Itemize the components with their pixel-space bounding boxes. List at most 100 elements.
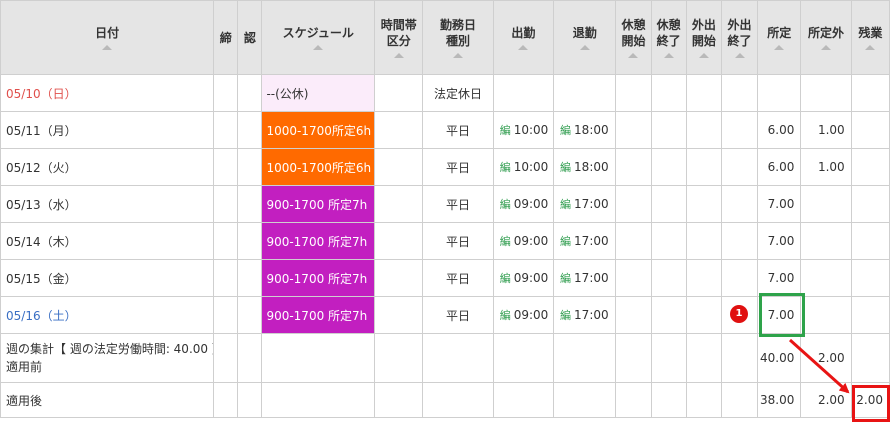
clock-out-cell[interactable]: 編 18:00 — [553, 148, 617, 186]
break-start-cell[interactable] — [615, 148, 652, 186]
break-end-cell[interactable] — [650, 222, 687, 260]
clock-in-cell[interactable]: 編 09:00 — [492, 259, 555, 297]
sort-icon[interactable] — [821, 45, 832, 50]
schedule-cell[interactable]: --(公休) — [261, 74, 376, 112]
col-header-clock-in[interactable]: 出勤 — [492, 0, 555, 75]
sort-icon[interactable] — [102, 45, 113, 50]
sort-icon[interactable] — [579, 45, 590, 50]
out-end-cell[interactable] — [720, 111, 759, 149]
date-cell[interactable]: 05/14（木） — [0, 222, 215, 260]
break-end-cell[interactable] — [650, 185, 687, 223]
sort-icon[interactable] — [663, 53, 674, 58]
overtime-cell — [850, 74, 890, 112]
sort-icon[interactable] — [734, 53, 745, 58]
clock-in-cell[interactable]: 編 09:00 — [492, 222, 555, 260]
break-end-cell[interactable] — [650, 111, 687, 149]
col-header-out-start[interactable]: 外出 開始 — [685, 0, 722, 75]
clock-out-cell[interactable]: 編 18:00 — [553, 111, 617, 149]
out-start-cell[interactable] — [685, 259, 722, 297]
clock-in-cell[interactable] — [492, 74, 555, 112]
break-end-cell[interactable] — [650, 259, 687, 297]
schedule-cell[interactable]: 1000-1700所定6h — [261, 148, 376, 186]
sort-icon[interactable] — [865, 45, 876, 50]
out-end-cell[interactable] — [720, 259, 759, 297]
out-end-cell[interactable] — [720, 222, 759, 260]
col-header-non-scheduled[interactable]: 所定外 — [800, 0, 852, 75]
clock-in-cell[interactable]: 編 10:00 — [492, 111, 555, 149]
date-cell[interactable]: 05/11（月） — [0, 111, 215, 149]
break-start-cell[interactable] — [615, 185, 652, 223]
break-end-cell[interactable] — [650, 296, 687, 334]
clock-out-cell[interactable]: 編 17:00 — [553, 296, 617, 334]
sort-icon[interactable] — [313, 45, 324, 50]
clock-out-cell[interactable]: 編 17:00 — [553, 259, 617, 297]
empty-cell — [553, 333, 617, 383]
date-cell[interactable]: 05/13（水） — [0, 185, 215, 223]
schedule-cell[interactable]: 900-1700 所定7h — [261, 222, 376, 260]
sort-icon[interactable] — [628, 53, 639, 58]
col-header-out-end[interactable]: 外出 終了 — [720, 0, 759, 75]
clock-in-cell[interactable]: 編 09:00 — [492, 296, 555, 334]
out-start-cell[interactable] — [685, 148, 722, 186]
clock-out-cell[interactable] — [553, 74, 617, 112]
break-start-cell[interactable] — [615, 111, 652, 149]
clock-in-cell[interactable]: 編 09:00 — [492, 185, 555, 223]
col-header-date[interactable]: 日付 — [0, 0, 215, 75]
day-type-cell: 平日 — [422, 185, 494, 223]
col-header-break-end[interactable]: 休憩 終了 — [650, 0, 687, 75]
col-header-workday-type[interactable]: 勤務日 種別 — [422, 0, 494, 75]
out-start-cell[interactable] — [685, 222, 722, 260]
clock-out-cell[interactable]: 編 17:00 — [553, 222, 617, 260]
table-row[interactable]: 05/14（木） 900-1700 所定7h 平日 編 09:00 編 17:00 … — [0, 222, 890, 260]
col-header-scheduled[interactable]: 所定 — [757, 0, 802, 75]
out-start-cell[interactable] — [685, 74, 722, 112]
col-header-schedule[interactable]: スケジュール — [261, 0, 376, 75]
out-start-cell[interactable] — [685, 111, 722, 149]
edit-badge-icon: 編 — [499, 309, 511, 322]
col-header-break-start[interactable]: 休憩 開始 — [615, 0, 652, 75]
schedule-cell[interactable]: 1000-1700所定6h — [261, 111, 376, 149]
table-row[interactable]: 05/16（土） 900-1700 所定7h 平日 編 09:00 編 17:00 … — [0, 296, 890, 334]
out-start-cell[interactable] — [685, 296, 722, 334]
col-header-overtime[interactable]: 残業 — [850, 0, 890, 75]
break-end-cell[interactable] — [650, 148, 687, 186]
time-zone-cell — [374, 111, 424, 149]
date-cell[interactable]: 05/10（日） — [0, 74, 215, 112]
out-end-cell[interactable] — [720, 74, 759, 112]
sort-icon[interactable] — [518, 45, 529, 50]
break-start-cell[interactable] — [615, 296, 652, 334]
sort-icon[interactable] — [774, 45, 785, 50]
date-cell[interactable]: 05/16（土） — [0, 296, 215, 334]
after-application-row: 適用後 38.00 2.00 2.00 — [0, 382, 890, 418]
table-row[interactable]: 05/10（日） --(公休) 法定休日 — [0, 74, 890, 112]
table-row[interactable]: 05/11（月） 1000-1700所定6h 平日 編 10:00 編 18:00 … — [0, 111, 890, 149]
sort-icon[interactable] — [453, 53, 464, 58]
time-zone-cell — [374, 148, 424, 186]
col-header-clock-out[interactable]: 退勤 — [553, 0, 617, 75]
break-start-cell[interactable] — [615, 222, 652, 260]
non-scheduled-cell: 1.00 — [800, 148, 852, 186]
clock-in-cell[interactable]: 編 10:00 — [492, 148, 555, 186]
schedule-cell[interactable]: 900-1700 所定7h — [261, 259, 376, 297]
schedule-cell[interactable]: 900-1700 所定7h — [261, 296, 376, 334]
day-type-cell: 平日 — [422, 259, 494, 297]
schedule-cell[interactable]: 900-1700 所定7h — [261, 185, 376, 223]
close-cell — [213, 296, 239, 334]
out-end-cell[interactable] — [720, 185, 759, 223]
table-row[interactable]: 05/13（水） 900-1700 所定7h 平日 編 09:00 編 17:00 … — [0, 185, 890, 223]
table-row[interactable]: 05/15（金） 900-1700 所定7h 平日 編 09:00 編 17:00 … — [0, 259, 890, 297]
break-end-cell[interactable] — [650, 74, 687, 112]
date-cell[interactable]: 05/12（火） — [0, 148, 215, 186]
date-cell[interactable]: 05/15（金） — [0, 259, 215, 297]
sort-icon[interactable] — [393, 53, 404, 58]
table-row[interactable]: 05/12（火） 1000-1700所定6h 平日 編 10:00 編 18:00 … — [0, 148, 890, 186]
out-end-cell[interactable] — [720, 148, 759, 186]
break-start-cell[interactable] — [615, 259, 652, 297]
break-start-cell[interactable] — [615, 74, 652, 112]
overtime-cell — [850, 111, 890, 149]
out-end-cell[interactable] — [720, 296, 759, 334]
clock-out-cell[interactable]: 編 17:00 — [553, 185, 617, 223]
col-header-time-zone[interactable]: 時間帯 区分 — [374, 0, 424, 75]
sort-icon[interactable] — [698, 53, 709, 58]
out-start-cell[interactable] — [685, 185, 722, 223]
